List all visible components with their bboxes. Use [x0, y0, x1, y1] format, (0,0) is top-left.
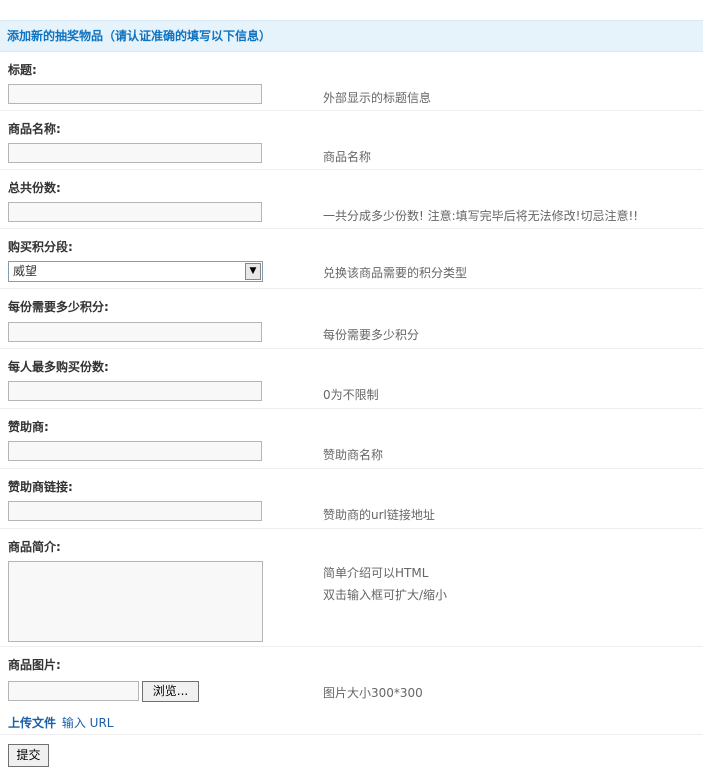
label-points-per-share: 每份需要多少积分: [8, 300, 109, 314]
max-per-person-input[interactable] [8, 381, 262, 401]
label-product-name: 商品名称: [8, 122, 61, 136]
hint-image: 图片大小300*300 [323, 686, 423, 700]
points-segment-select[interactable]: 威望 ▼ [8, 261, 263, 282]
upload-options: 上传文件 输入 URL [8, 714, 113, 731]
hint-sponsor-link: 赞助商的url链接地址 [323, 508, 435, 522]
row-points-segment: 购买积分段: 威望 ▼ 兑换该商品需要的积分类型 [0, 229, 703, 289]
label-sponsor: 赞助商: [8, 420, 49, 434]
row-product-name: 商品名称: 商品名称 [0, 111, 703, 170]
hint-total-shares: 一共分成多少份数! 注意:填写完毕后将无法修改!切忌注意!! [323, 209, 639, 223]
points-segment-selected: 威望 [13, 264, 38, 278]
hint-max-per-person: 0为不限制 [323, 388, 379, 402]
browse-button[interactable]: 浏览... [142, 681, 199, 702]
label-sponsor-link: 赞助商链接: [8, 480, 73, 494]
hint-intro-line1: 简单介绍可以HTML [323, 566, 429, 580]
row-intro: 商品简介: 简单介绍可以HTML 双击输入框可扩大/缩小 [0, 529, 703, 647]
submit-row: 提交 [0, 735, 703, 775]
hint-intro-line2: 双击输入框可扩大/缩小 [323, 588, 448, 602]
hint-sponsor: 赞助商名称 [323, 448, 384, 462]
hint-title: 外部显示的标题信息 [323, 91, 432, 105]
label-intro: 商品简介: [8, 540, 61, 554]
label-title: 标题: [8, 63, 37, 77]
label-max-per-person: 每人最多购买份数: [8, 360, 109, 374]
row-total-shares: 总共份数: 一共分成多少份数! 注意:填写完毕后将无法修改!切忌注意!! [0, 170, 703, 229]
hint-points-per-share: 每份需要多少积分 [323, 328, 420, 342]
label-points-segment: 购买积分段: [8, 240, 73, 254]
sponsor-input[interactable] [8, 441, 262, 461]
hint-points-segment: 兑换该商品需要的积分类型 [323, 266, 468, 280]
input-url-link[interactable]: 输入 URL [62, 716, 114, 730]
label-image: 商品图片: [8, 658, 61, 672]
upload-file-link[interactable]: 上传文件 [8, 716, 56, 730]
total-shares-input[interactable] [8, 202, 262, 222]
form-title: 添加新的抽奖物品（请认证准确的填写以下信息） [0, 20, 703, 52]
dropdown-arrow-icon[interactable]: ▼ [245, 263, 261, 280]
points-per-share-input[interactable] [8, 322, 262, 342]
row-image: 商品图片: 浏览... 图片大小300*300 上传文件 输入 URL [0, 647, 703, 735]
sponsor-link-input[interactable] [8, 501, 262, 521]
row-max-per-person: 每人最多购买份数: 0为不限制 [0, 349, 703, 409]
image-path-input[interactable] [8, 681, 139, 701]
hint-product-name: 商品名称 [323, 150, 372, 164]
lottery-item-form: 添加新的抽奖物品（请认证准确的填写以下信息） 标题: 外部显示的标题信息 商品名… [0, 20, 703, 775]
row-sponsor: 赞助商: 赞助商名称 [0, 409, 703, 469]
row-points-per-share: 每份需要多少积分: 每份需要多少积分 [0, 289, 703, 349]
product-name-input[interactable] [8, 143, 262, 163]
submit-button[interactable]: 提交 [8, 744, 49, 767]
row-sponsor-link: 赞助商链接: 赞助商的url链接地址 [0, 469, 703, 529]
title-input[interactable] [8, 84, 262, 104]
row-title: 标题: 外部显示的标题信息 [0, 52, 703, 111]
intro-textarea[interactable] [8, 561, 263, 642]
label-total-shares: 总共份数: [8, 181, 61, 195]
